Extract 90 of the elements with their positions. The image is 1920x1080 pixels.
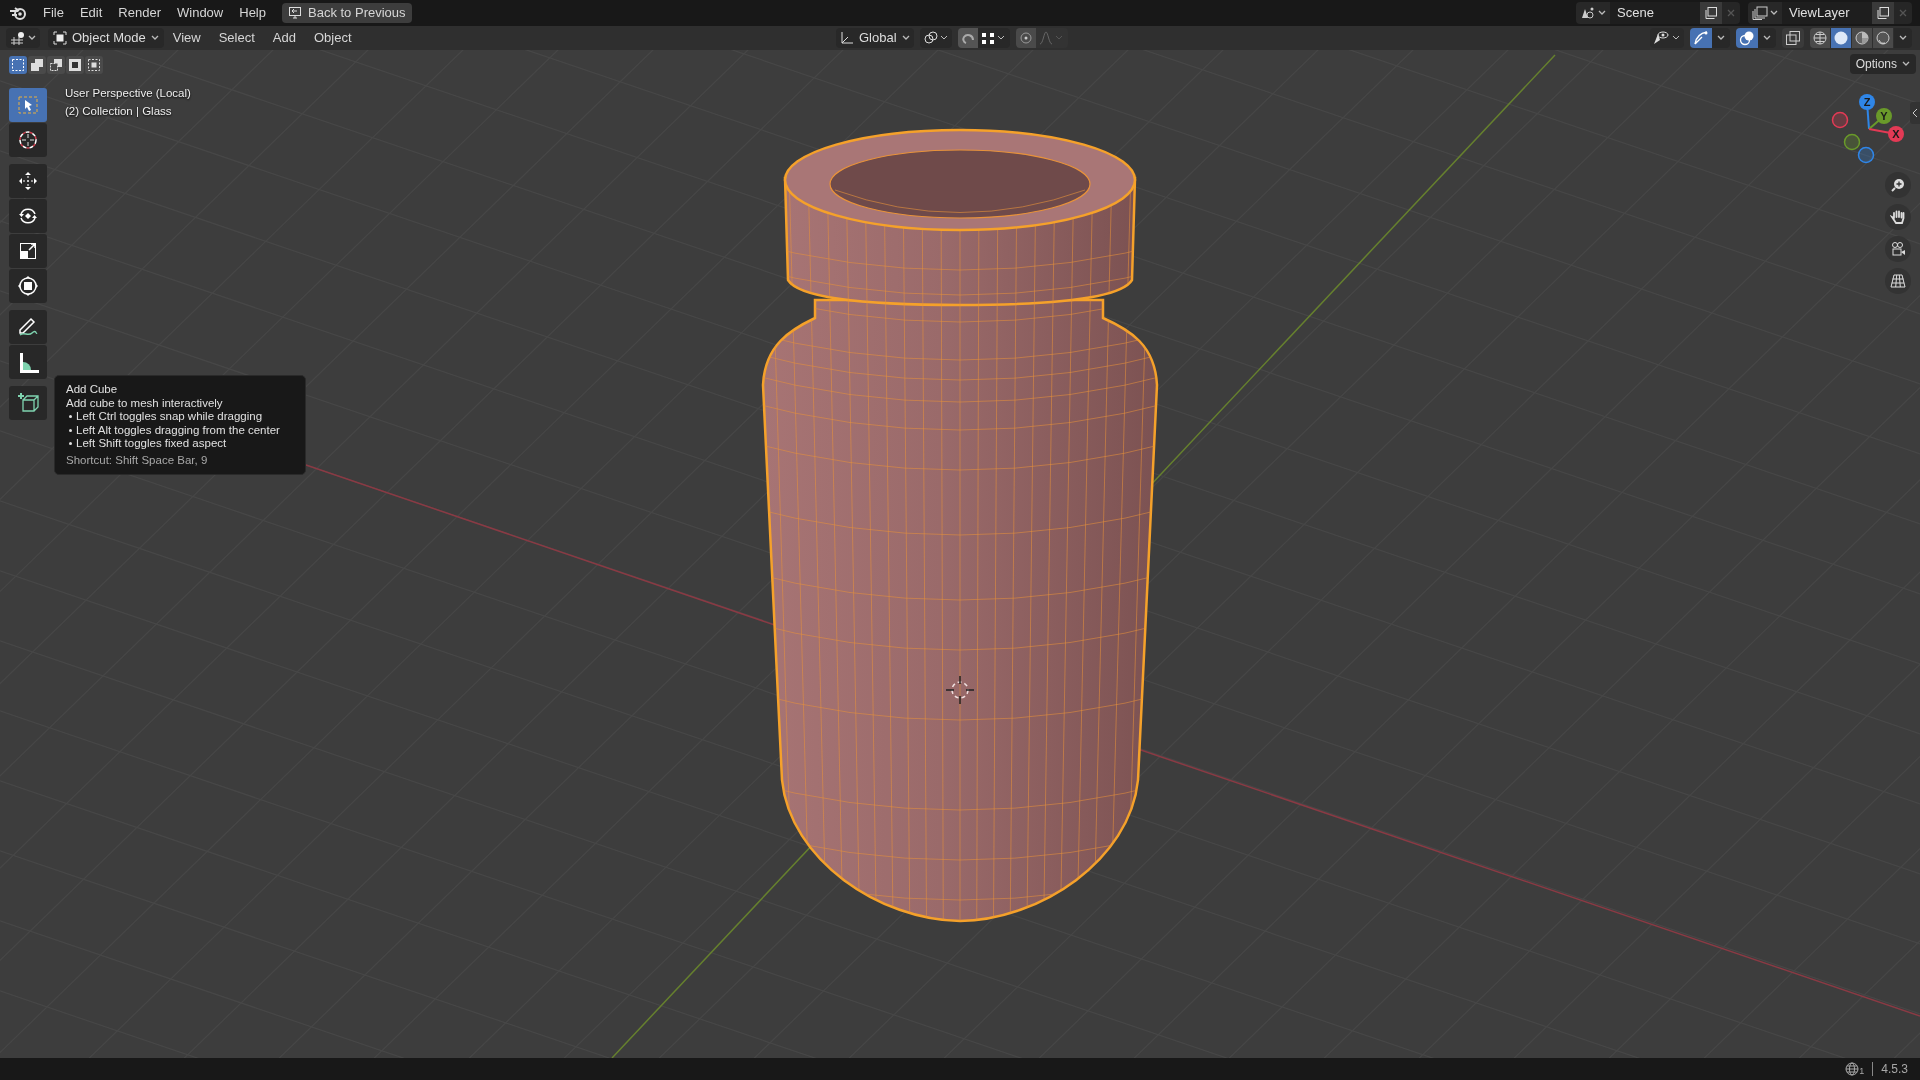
invert-select-mode-icon[interactable]	[66, 56, 84, 74]
version-text: 4.5.3	[1881, 1061, 1908, 1078]
bullet-icon	[69, 442, 72, 446]
menu-item[interactable]: Add	[263, 28, 305, 48]
menu-item[interactable]: File	[35, 3, 72, 23]
blender-logo-icon	[9, 6, 27, 20]
caret-icon	[1902, 61, 1910, 67]
tool-button[interactable]	[9, 345, 47, 379]
menu-item[interactable]: Select	[209, 28, 264, 48]
scale-icon	[17, 240, 39, 262]
options-dropdown[interactable]: Options	[1849, 54, 1916, 74]
wireframe-shading-icon[interactable]	[1810, 28, 1830, 48]
add-cube-icon	[17, 392, 39, 414]
layers-icon	[1752, 6, 1768, 20]
negative-axis-icon[interactable]	[1831, 111, 1849, 129]
name-field[interactable]: Scene	[1610, 2, 1700, 24]
tooltip-hint: Left Ctrl toggles snap while dragging	[76, 410, 263, 424]
cursor-icon	[17, 129, 39, 151]
tool-button[interactable]	[9, 234, 47, 268]
tooltip-description: Add cube to mesh interactively	[66, 396, 224, 410]
tool-button[interactable]	[9, 123, 47, 157]
select-box-icon	[17, 94, 39, 116]
caret-icon	[28, 35, 36, 41]
menu-item[interactable]: Object	[304, 28, 361, 48]
mode-dropdown[interactable]: Object Mode	[48, 28, 164, 48]
name-field[interactable]: ViewLayer	[1782, 2, 1872, 24]
caret-icon[interactable]	[1758, 28, 1776, 48]
tool-button[interactable]	[9, 386, 47, 420]
editor-type-button[interactable]	[6, 28, 40, 48]
viewport-info-text: User Perspective (Local)	[65, 86, 191, 101]
intersect-select-mode-icon[interactable]	[85, 56, 103, 74]
grid-icon[interactable]	[1885, 268, 1911, 294]
copy-icon[interactable]	[1700, 2, 1722, 24]
transform-icon	[17, 275, 39, 297]
pivot-icon[interactable]	[919, 28, 952, 48]
subtract-select-mode-icon[interactable]	[47, 56, 65, 74]
scene-button[interactable]	[1576, 2, 1610, 24]
object-mode-icon	[53, 31, 67, 45]
caret-icon	[1598, 10, 1606, 16]
set-select-mode-icon[interactable]	[9, 56, 27, 74]
tooltip-hint: Left Alt toggles dragging from the center	[76, 423, 280, 437]
caret-icon	[1770, 10, 1778, 16]
caret-icon	[901, 35, 910, 41]
tool-button[interactable]	[9, 310, 47, 344]
camera-icon[interactable]	[1885, 236, 1911, 262]
menu-item[interactable]: Help	[231, 3, 274, 23]
back-to-previous-button[interactable]: Back to Previous	[282, 3, 412, 23]
grid-dots-icon[interactable]	[977, 28, 1010, 48]
viewport-icon	[10, 31, 26, 45]
solid-shading-icon[interactable]	[1831, 28, 1851, 48]
menu-item[interactable]: Edit	[71, 3, 111, 23]
bullet-icon	[69, 415, 72, 419]
zoom-icon[interactable]	[1885, 172, 1911, 198]
collapse-arrow-icon[interactable]	[1910, 102, 1920, 124]
tool-button[interactable]	[9, 164, 47, 198]
pencil-icon	[17, 316, 39, 338]
axes-icon	[840, 31, 854, 45]
proportional-icon[interactable]	[1015, 28, 1036, 48]
gizmo-toggle[interactable]	[1690, 28, 1712, 48]
orientation-dropdown[interactable]: Global	[836, 28, 914, 48]
tooltip-shortcut: Shortcut: Shift Space Bar, 9	[66, 453, 209, 467]
magnet-icon[interactable]	[957, 28, 978, 48]
bullet-icon	[69, 428, 72, 432]
monitor-icon	[288, 6, 302, 20]
xray-toggle[interactable]	[1782, 28, 1804, 48]
copy-icon[interactable]	[1872, 2, 1894, 24]
viewport-info-text: (2) Collection | Glass	[65, 104, 173, 119]
scene-count-text: 1	[1859, 1067, 1865, 1076]
layers-button[interactable]	[1748, 2, 1782, 24]
globe-icon	[1845, 1062, 1860, 1076]
negative-axis-icon[interactable]	[1843, 133, 1861, 151]
menu-item[interactable]: Window	[169, 3, 232, 23]
tool-button[interactable]	[9, 269, 47, 303]
material-shading-icon[interactable]	[1852, 28, 1872, 48]
menu-item[interactable]: View	[163, 28, 210, 48]
scene-icon	[1580, 6, 1596, 20]
origin-crosshair-icon	[945, 675, 975, 705]
negative-axis-icon[interactable]	[1857, 146, 1875, 164]
ruler-icon	[17, 351, 39, 373]
tool-button[interactable]	[9, 199, 47, 233]
tooltip-hint: Left Shift toggles fixed aspect	[76, 437, 227, 451]
menu-item[interactable]: Render	[110, 3, 169, 23]
visibility-icon[interactable]	[1650, 28, 1684, 48]
rendered-shading-icon[interactable]	[1873, 28, 1893, 48]
hand-icon[interactable]	[1885, 204, 1911, 230]
overlay-toggle[interactable]	[1736, 28, 1758, 48]
move-arrows-icon	[17, 170, 39, 192]
caret-icon	[150, 35, 159, 41]
extend-select-mode-icon[interactable]	[28, 56, 46, 74]
tooltip-title: Add Cube	[66, 383, 119, 397]
